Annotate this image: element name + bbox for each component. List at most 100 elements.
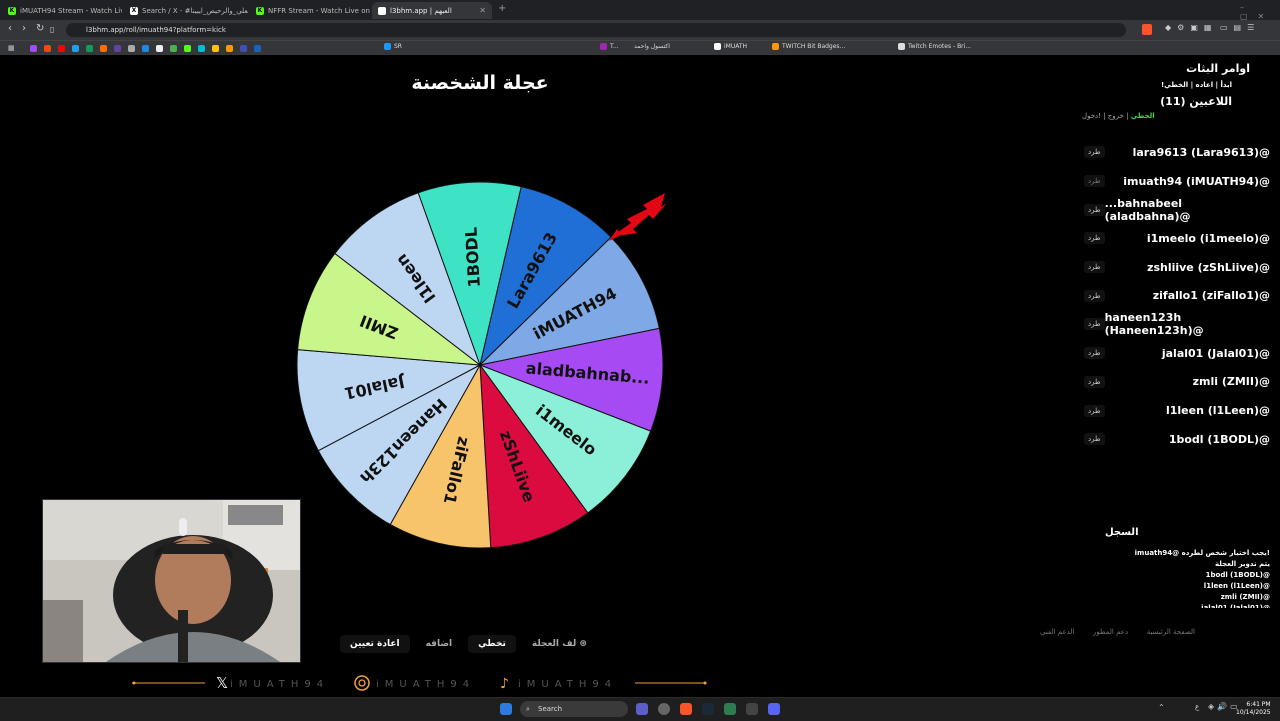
player-actions: الخطي | خروج | !دخول (1082, 112, 1155, 120)
player-name: haneen123h (Haneen123h)@ (1104, 311, 1204, 338)
bookmark-twitch-badges[interactable]: TWITCH Bit Badges... (772, 43, 845, 50)
kick-icon: K (8, 6, 16, 15)
kick-button[interactable]: طرد (1084, 375, 1105, 388)
svg-text:iMUATH94: iMUATH94 (518, 679, 617, 690)
back-icon[interactable]: ‹ (8, 23, 12, 34)
tab-x-search[interactable]: X Search / X - #العلي_والرحيص_ايبينا (124, 2, 248, 19)
wheel-icon: ⊛ (579, 639, 587, 649)
bookmark-icon[interactable]: ▯ (50, 25, 54, 34)
player-row: طرد lara9613 (Lara9613)@ (1080, 138, 1270, 167)
url-input[interactable]: l3bhm.app/roll/imuath94?platform=kick (66, 23, 1126, 37)
commands-list: !ابدأ | اعاده | الخطي (1160, 81, 1232, 89)
kick-button[interactable]: طرد (1084, 261, 1105, 274)
skip-button[interactable]: تخطي (468, 635, 516, 653)
kick-button[interactable]: طرد (1084, 203, 1105, 216)
player-row: طرد imuath94 (iMUATH94)@ (1080, 167, 1270, 196)
kick-button[interactable]: طرد (1084, 146, 1105, 159)
language-indicator[interactable]: ع (1195, 703, 1199, 711)
kick-button[interactable]: طرد (1084, 347, 1105, 360)
bookmark-ektsool[interactable]: اكتسول واحمد (634, 43, 670, 50)
players-list: طرد lara9613 (Lara9613)@ طرد imuath94 (iMU… (1080, 138, 1270, 454)
tab-imuath-stream[interactable]: K iMUATH94 Stream - Watch Live (2, 2, 122, 19)
svg-text:iMUATH94: iMUATH94 (376, 679, 475, 690)
wheel-pointer-icon (609, 193, 667, 241)
tray-chevron-icon[interactable]: ⌃ (1158, 703, 1165, 712)
player-name: i1meelo (i1meelo)@ (1146, 231, 1270, 245)
webcam-feed (42, 499, 301, 663)
player-name: ...bahnabeel (aladbahna)@ (1104, 196, 1191, 223)
player-row: طرد zmli (ZMII)@ (1080, 368, 1270, 397)
windows-start-icon[interactable] (500, 703, 512, 715)
wheel-controls: اعادة تعيين اضافه تخطي لف العجلة ⊛ (340, 635, 597, 653)
obs-icon[interactable] (658, 703, 670, 715)
brave-shield-icon[interactable] (1142, 24, 1152, 35)
svg-text:♪: ♪ (500, 676, 509, 692)
player-row: طرد haneen123h (Haneen123h)@ (1080, 310, 1270, 339)
log-entry: 1bodl (1BODL)@ (1205, 571, 1270, 579)
tab-nffr-stream[interactable]: K NFFR Stream - Watch Live on Kick (250, 2, 370, 19)
kick-button[interactable]: طرد (1084, 232, 1105, 245)
meet-icon[interactable] (636, 703, 648, 715)
join-command: !دخول (1082, 112, 1101, 120)
extension-icons[interactable]: ◆⚙▣▦ (1165, 23, 1217, 32)
skip-command: الخطي (1130, 112, 1155, 120)
kick-button[interactable]: طرد (1084, 433, 1105, 446)
bookmark-twitch-emotes[interactable]: Twitch Emotes - Bri... (898, 43, 971, 50)
leave-command: خروج (1107, 112, 1124, 120)
player-name: imuath94 (iMUATH94)@ (1123, 174, 1270, 188)
app-icon[interactable] (746, 703, 758, 715)
forward-icon[interactable]: › (22, 23, 26, 34)
kick-button[interactable]: طرد (1084, 404, 1105, 417)
kick-button[interactable]: طرد (1084, 289, 1105, 302)
log-entry: imuath94@ يجب اختيار شخص لطرده! (1134, 549, 1270, 557)
kick-button[interactable]: طرد (1084, 175, 1105, 188)
browser-tab-bar: K iMUATH94 Stream - Watch Live X Search … (0, 0, 1280, 21)
svg-text:iMUATH94: iMUATH94 (230, 679, 329, 690)
player-row: طرد 1bodl (1BODL)@ (1080, 425, 1270, 454)
reload-icon[interactable]: ↻ (36, 23, 44, 34)
player-name: l1leen (l1Leen)@ (1165, 404, 1270, 418)
close-icon[interactable]: ✕ (479, 6, 486, 15)
kick-button[interactable]: طرد (1084, 318, 1105, 331)
steam-icon[interactable] (702, 703, 714, 715)
discord-icon[interactable] (768, 703, 780, 715)
log-title: السجل (1105, 527, 1139, 538)
svg-text:𝕏: 𝕏 (216, 674, 228, 692)
page-title: عجلة الشخصنة (411, 72, 549, 94)
clock[interactable]: 6:41 PM 10/14/2025 (1236, 701, 1271, 717)
player-name: jalal01 (Jalal01)@ (1161, 346, 1270, 360)
window-controls[interactable]: –▢✕ (1240, 3, 1280, 21)
player-name: zmli (ZMII)@ (1192, 375, 1270, 389)
search-icon: ⌕ (526, 705, 530, 713)
new-tab-button[interactable]: + (498, 3, 506, 14)
support-dev-link[interactable]: دعم المطور (1093, 628, 1128, 636)
spin-button[interactable]: لف العجلة ⊛ (521, 635, 597, 653)
player-name: lara9613 (Lara9613)@ (1132, 145, 1270, 159)
bookmarks-bar: ▦ SR T... اكتسول واحمد iMUATH TWITCH Bit… (0, 40, 1280, 55)
brave-icon[interactable] (680, 703, 692, 715)
log-entry: zmli (ZMII)@ (1220, 593, 1270, 601)
reset-button[interactable]: اعادة تعيين (340, 635, 410, 653)
bookmark-sr[interactable]: SR (384, 43, 402, 50)
log-entry: يتم تدوير العجلة (1215, 560, 1270, 568)
bookmark-favicons (30, 45, 261, 52)
taskbar-search[interactable]: ⌕ Search (520, 701, 628, 717)
player-name: zifallo1 (ziFallo1)@ (1152, 289, 1270, 303)
apps-icon[interactable]: ▦ (8, 44, 15, 52)
menu-icons[interactable]: ▭▤☰ (1220, 23, 1260, 32)
player-row: طرد i1meelo (i1meelo)@ (1080, 224, 1270, 253)
taskbar: ⌕ Search ⌃ ع ◈🔊▭ 6:41 PM 10/14/2025 (0, 697, 1280, 721)
log-panel: السجل imuath94@ يجب اختيار شخص لطرده! يت… (1105, 527, 1270, 608)
excel-icon[interactable] (724, 703, 736, 715)
commands-title: اوامر البثات (1186, 62, 1250, 75)
bookmark-imuath[interactable]: iMUATH (714, 43, 747, 50)
home-link[interactable]: الصفحة الرئيسية (1147, 628, 1195, 636)
footer-links: الدعم الفني دعم المطور الصفحة الرئيسية (1040, 628, 1195, 636)
tech-support-link[interactable]: الدعم الفني (1040, 628, 1074, 636)
add-button[interactable]: اضافه (415, 635, 463, 653)
player-row: طرد zifallo1 (ziFallo1)@ (1080, 281, 1270, 310)
bookmark-t[interactable]: T... (600, 43, 619, 50)
tab-l3bhm[interactable]: l3bhm.app | العبهم ✕ (372, 2, 492, 19)
player-row: طرد l1leen (l1Leen)@ (1080, 396, 1270, 425)
player-name: 1bodl (1BODL)@ (1168, 432, 1270, 446)
